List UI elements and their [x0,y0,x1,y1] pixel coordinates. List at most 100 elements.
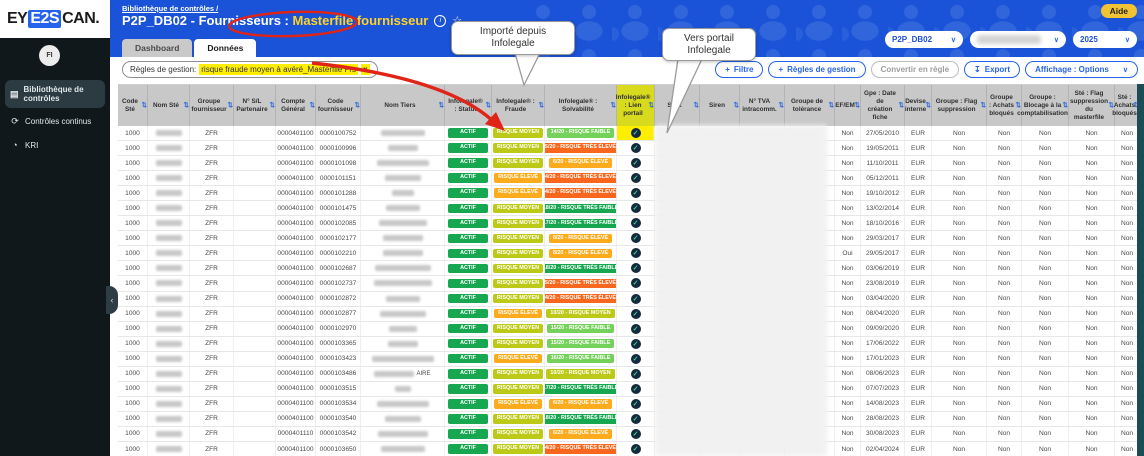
col-header-siren[interactable]: Siren ⇅ [700,85,740,126]
col-header-infolegale-solvabilite[interactable]: Infolegale® : Solvabilité ⇅ [545,85,617,126]
table-row[interactable]: 1000 ZFR 0000401110 0000103542 ACTIF RISQUE M… [118,426,1144,442]
table-row[interactable]: 1000 ZFR 0000401100 0000102970 ACTIF RISQUE M… [118,321,1144,337]
portal-link-check-icon[interactable]: ✓ [630,338,641,349]
portal-link-check-icon[interactable]: ✓ [630,308,641,319]
col-header-infolegale-lien-portail[interactable]: Infolegale® : Lien portail ⇅ [616,85,655,126]
col-header-groupe-blocage-a-la-comptabilisation[interactable]: Groupe : Blocage à la comptabilisation ⇅ [1017,85,1069,126]
sort-icon[interactable]: ⇅ [779,101,784,109]
table-row[interactable]: 1000 ZFR 0000401100 0000102085 ACTIF RISQUE M… [118,216,1144,232]
sidebar-collapse-handle[interactable]: ‹ [106,286,118,314]
sort-icon[interactable]: ⇅ [649,101,654,109]
portal-link-check-icon[interactable]: ✓ [630,248,641,259]
table-row[interactable]: 1000 ZFR 0000401100 0000102877 ACTIF RISQUE É… [118,306,1144,322]
sort-icon[interactable]: ⇅ [439,101,444,109]
sort-icon[interactable]: ⇅ [355,101,360,109]
sidebar-item-controles-continus[interactable]: ⟳ Contrôles continus [5,111,105,132]
table-row[interactable]: 1000 ZFR 0000401100 0000101098 ACTIF RISQUE M… [118,156,1144,172]
col-header-gpe-date-de-creation-fiche[interactable]: Gpe : Date de création fiche ⇅ [861,85,905,126]
portal-link-check-icon[interactable]: ✓ [630,218,641,229]
portal-link-check-icon[interactable]: ✓ [630,188,641,199]
table-row[interactable]: 1000 ZFR 0000401100 0000103534 ACTIF RISQUE É… [118,396,1144,412]
sort-icon[interactable]: ⇅ [1063,101,1068,109]
portal-link-check-icon[interactable]: ✓ [630,413,641,424]
col-header-groupe-de-tolerance[interactable]: Groupe de tolérance ⇅ [785,85,835,126]
table-row[interactable]: 1000 ZFR 0000401100 0000103650 ACTIF RISQUE M… [118,441,1144,456]
table-row[interactable]: 1000 ZFR 0000401100 0000102737 ACTIF RISQUE M… [118,276,1144,292]
breadcrumb[interactable]: Bibliothèque de contrôles / [122,4,218,13]
portal-link-check-icon[interactable]: ✓ [630,383,641,394]
sort-icon[interactable]: ⇅ [486,101,491,109]
portal-link-check-icon[interactable]: ✓ [630,203,641,214]
col-header-devise-interne[interactable]: Devise interne ⇅ [905,85,932,126]
rule-filter-chip[interactable]: Règles de gestion: risque fraude moyen à… [122,61,378,78]
sidebar-item-kri[interactable]: ◔ KRI [5,135,105,155]
sort-icon[interactable]: ⇅ [228,101,233,109]
col-header-groupe-flag-suppression[interactable]: Groupe : Flag suppression ⇅ [932,85,987,126]
portal-link-check-icon[interactable]: ✓ [630,263,641,274]
table-row[interactable]: 1000 ZFR 0000401100 0000103423 ACTIF RISQUE É… [118,351,1144,367]
portal-link-check-icon[interactable]: ✓ [630,173,641,184]
col-header-infolegale-statut[interactable]: Infolegale® : Statut ⇅ [445,85,492,126]
portal-link-check-icon[interactable]: ✓ [630,233,641,244]
portal-link-check-icon[interactable]: ✓ [630,368,641,379]
col-header-nom-tiers[interactable]: Nom Tiers ⇅ [361,85,445,126]
portal-link-check-icon[interactable]: ✓ [630,278,641,289]
portal-link-check-icon[interactable]: ✓ [630,293,641,304]
aide-button[interactable]: Aide [1100,4,1137,18]
table-row[interactable]: 1000 ZFR 0000401100 0000103515 ACTIF RISQUE M… [118,381,1144,397]
col-header-infolegale-fraude[interactable]: Infolegale® : Fraude ⇅ [492,85,545,126]
close-icon[interactable]: × [361,64,370,75]
sort-icon[interactable]: ⇅ [142,101,147,109]
sort-icon[interactable]: ⇅ [926,101,931,109]
portal-link-check-icon[interactable]: ✓ [630,158,641,169]
display-options-button[interactable]: Affichage : Options ∨ [1025,61,1138,78]
control-selector[interactable]: P2P_DB02 ∨ [885,31,963,48]
info-icon[interactable]: i [434,14,447,27]
sort-icon[interactable]: ⇅ [899,101,904,109]
table-row[interactable]: 1000 ZFR 0000401100 0000101151 ACTIF RISQUE É… [118,171,1144,187]
col-header-ef-em[interactable]: EF/EM ⇅ [835,85,861,126]
portal-link-check-icon[interactable]: ✓ [630,398,641,409]
sort-icon[interactable]: ⇅ [981,101,986,109]
table-row[interactable]: 1000 ZFR 0000401100 0000103540 ACTIF RISQUE M… [118,411,1144,427]
col-header-code-fournisseur[interactable]: Code fournisseur ⇅ [316,85,361,126]
sidebar-item-bibliotheque-de-controles[interactable]: ▤ Bibliothèque de contrôles [5,80,105,108]
portal-link-check-icon[interactable]: ✓ [630,353,641,364]
col-header-ste-flag-suppression-du-masterfile[interactable]: Sté : Flag suppression du masterfile ⇅ [1069,85,1115,126]
portal-link-check-icon[interactable]: ✓ [630,428,641,439]
portal-link-check-icon[interactable]: ✓ [630,128,641,139]
tab-dashboard[interactable]: Dashboard [122,39,193,57]
export-button[interactable]: ↧ Export [964,61,1021,78]
entity-selector[interactable]: ∨ [970,31,1066,48]
table-row[interactable]: 1000 ZFR 0000401100 0000102687 ACTIF RISQUE M… [118,261,1144,277]
table-row[interactable]: 1000 ZFR 0000401100 0000102177 ACTIF RISQUE M… [118,231,1144,247]
avatar[interactable]: FI [39,45,60,66]
sort-icon[interactable]: ⇅ [310,101,315,109]
sort-icon[interactable]: ⇅ [270,101,275,109]
table-row[interactable]: 1000 ZFR 0000401100 0000100752 ACTIF RISQUE M… [118,126,1144,142]
col-header-siret[interactable]: Siret ⇅ [655,85,700,126]
year-selector[interactable]: 2025 ∨ [1073,31,1137,48]
table-row[interactable]: 1000 ZFR 0000401100 0000102210 ACTIF RISQUE M… [118,246,1144,262]
table-row[interactable]: 1000 ZFR 0000401100 0000102872 ACTIF RISQUE M… [118,291,1144,307]
col-header-compte-general[interactable]: Compte Général ⇅ [276,85,316,126]
sort-icon[interactable]: ⇅ [539,101,544,109]
col-header-code-ste[interactable]: Code Sté ⇅ [118,85,148,126]
sort-icon[interactable]: ⇅ [829,101,834,109]
sort-icon[interactable]: ⇅ [184,101,189,109]
portal-link-check-icon[interactable]: ✓ [630,143,641,154]
portal-link-check-icon[interactable]: ✓ [630,323,641,334]
filter-button[interactable]: + Filtre [715,61,764,78]
table-row[interactable]: 1000 ZFR 0000401100 0000103365 ACTIF RISQUE M… [118,336,1144,352]
table-row[interactable]: 1000 ZFR 0000401100 0000103486 AIRE ACTIF RISQ… [118,366,1144,382]
right-edge-scrollbar[interactable] [1137,84,1144,456]
table-row[interactable]: 1000 ZFR 0000401100 0000101475 ACTIF RISQUE M… [118,201,1144,217]
col-header-n-tva-intracomm[interactable]: N° TVA intracomm. ⇅ [740,85,785,126]
rules-button[interactable]: + Règles de gestion [768,61,866,78]
table-row[interactable]: 1000 ZFR 0000401100 0000101288 ACTIF RISQUE É… [118,186,1144,202]
table-row[interactable]: 1000 ZFR 0000401100 0000100996 ACTIF RISQUE M… [118,141,1144,157]
sort-icon[interactable]: ⇅ [734,101,739,109]
col-header-n-s-l-partenaire[interactable]: N° S/L Partenaire ⇅ [234,85,276,126]
sort-icon[interactable]: ⇅ [855,101,860,109]
col-header-groupe-fournisseur[interactable]: Groupe fournisseur ⇅ [190,85,234,126]
